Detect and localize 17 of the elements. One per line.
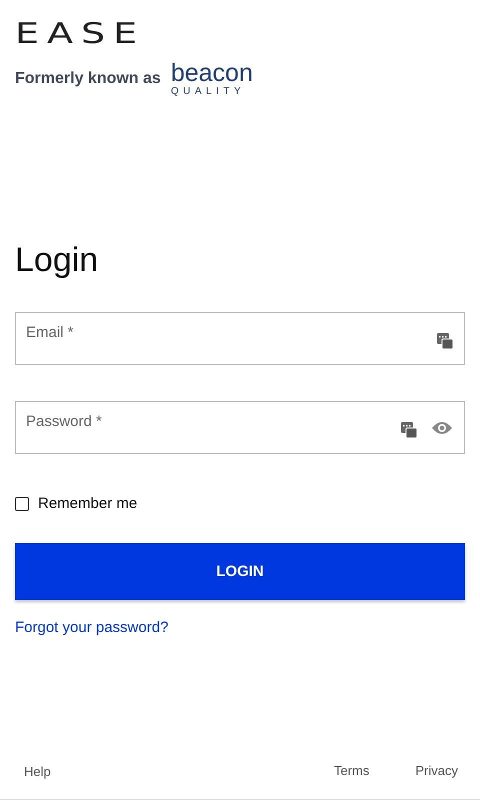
formerly-known-text: Formerly known as (15, 70, 161, 88)
show-password-icon[interactable] (431, 420, 453, 434)
email-field[interactable]: Email * (15, 312, 465, 365)
password-manager-icon[interactable] (401, 422, 417, 438)
ease-logo: EASE (15, 18, 146, 48)
footer-link[interactable]: Terms (334, 763, 370, 781)
forgot-password-link[interactable]: Forgot your password? (15, 619, 168, 636)
login-title: Login (15, 240, 100, 280)
footer-link[interactable]: Help (24, 764, 51, 779)
login-button[interactable]: LOGIN (15, 543, 465, 600)
beacon-tagline: QUALITY (170, 87, 246, 97)
beacon-logo-text: beacon (170, 61, 253, 86)
password-manager-icon[interactable] (437, 332, 453, 348)
password-field[interactable]: Password * (15, 401, 465, 454)
remember-checkbox[interactable] (15, 496, 29, 510)
footer-link[interactable]: Privacy (415, 763, 458, 781)
remember-label: Remember me (38, 495, 138, 512)
